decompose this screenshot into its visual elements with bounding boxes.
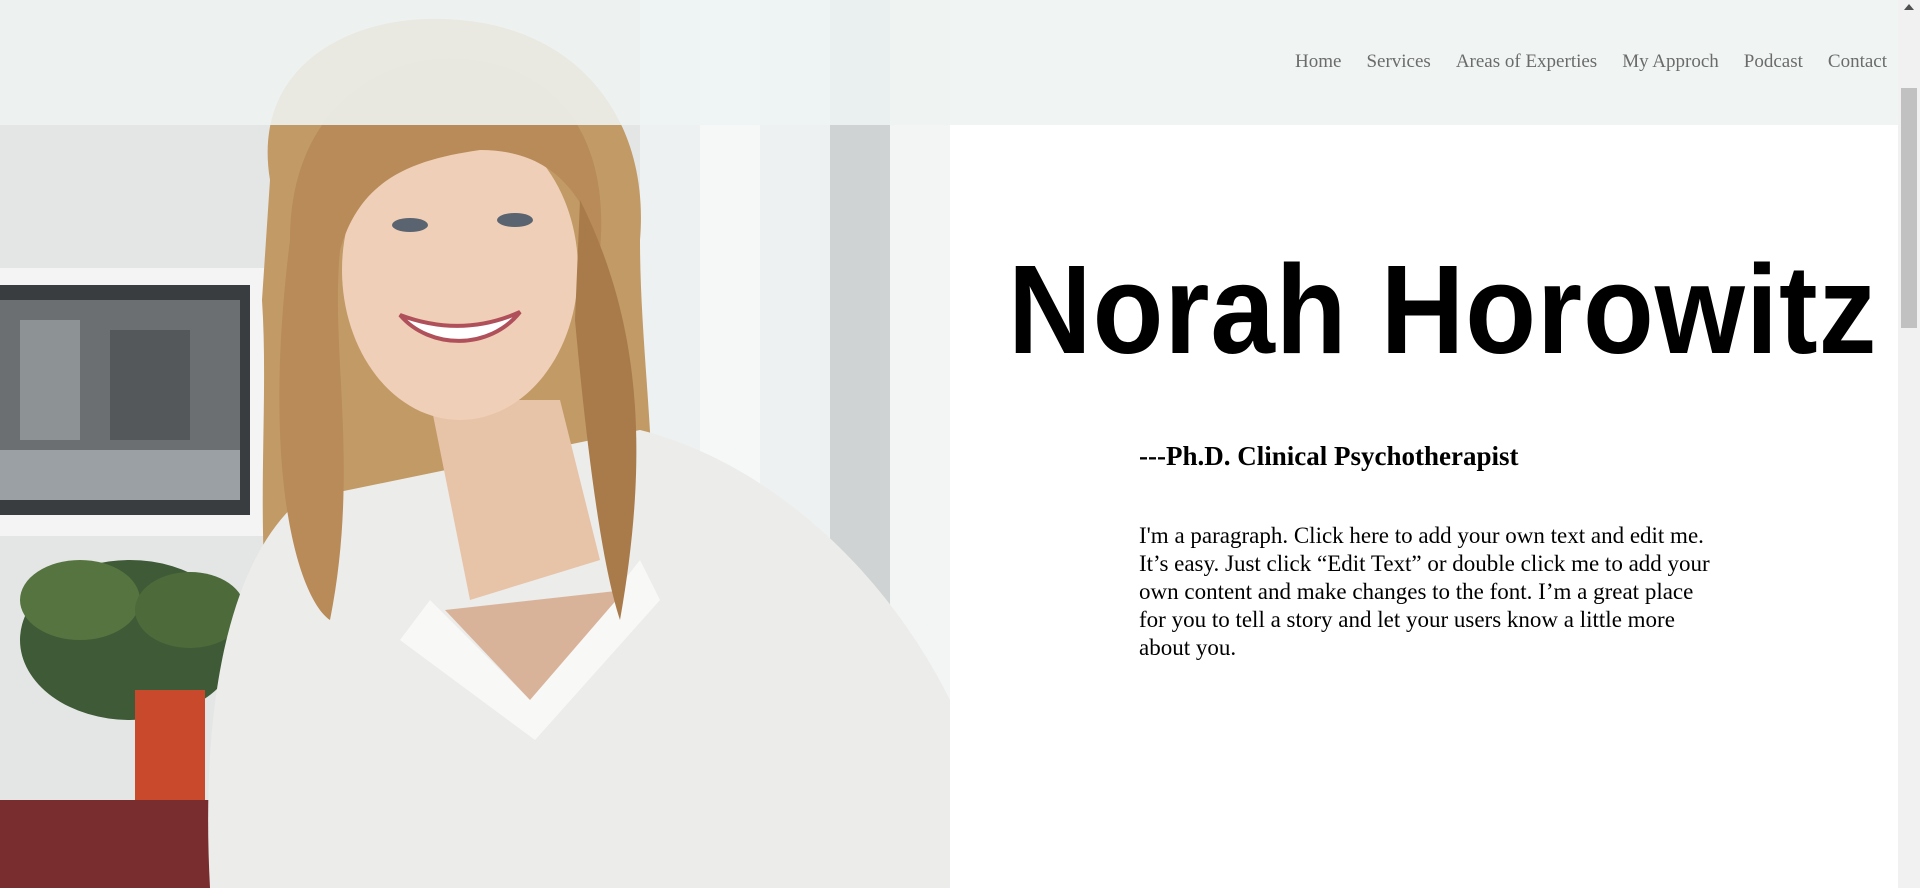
scroll-up-arrow-icon[interactable] (1904, 4, 1914, 10)
scrollbar-thumb[interactable] (1901, 88, 1917, 328)
page: Home Services Areas of Experties My Appr… (0, 0, 1920, 888)
nav-my-approach[interactable]: My Approch (1622, 48, 1719, 76)
main-nav: Home Services Areas of Experties My Appr… (1295, 48, 1887, 76)
portrait-illustration (0, 0, 950, 888)
hero-paragraph: I'm a paragraph. Click here to add your … (1139, 523, 1710, 660)
hero-name-heading: Norah Horowitz (1008, 239, 1878, 380)
nav-areas-of-expertise[interactable]: Areas of Experties (1456, 48, 1597, 76)
hero-subtitle: ---Ph.D. Clinical Psychotherapist (1139, 441, 1519, 471)
vertical-scrollbar[interactable] (1898, 0, 1920, 888)
site-header: Home Services Areas of Experties My Appr… (0, 0, 1898, 125)
nav-home[interactable]: Home (1295, 48, 1341, 76)
nav-contact[interactable]: Contact (1828, 48, 1887, 76)
nav-services[interactable]: Services (1366, 48, 1430, 76)
nav-podcast[interactable]: Podcast (1744, 48, 1803, 76)
hero-portrait-image (0, 0, 950, 888)
